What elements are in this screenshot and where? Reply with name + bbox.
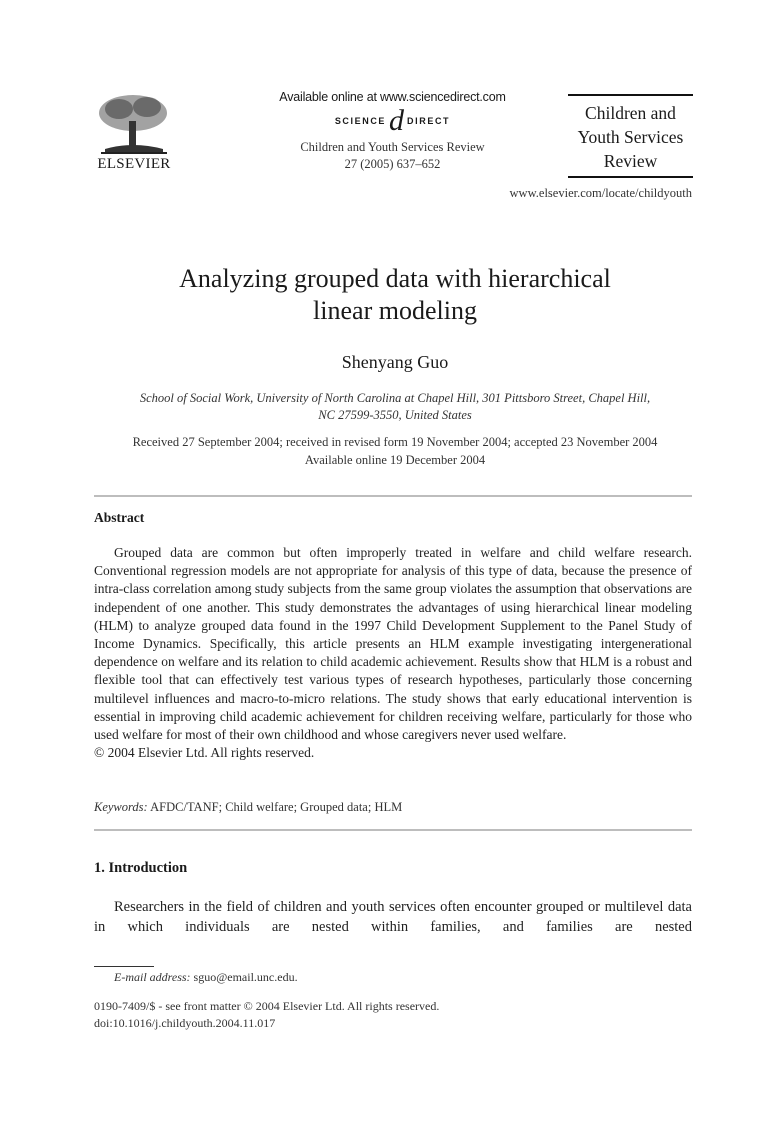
introduction-text: Researchers in the field of children and… (94, 899, 692, 935)
sciencedirect-left-text: SCIENCE (334, 116, 387, 126)
doi-link[interactable]: doi:10.1016/j.childyouth.2004.11.017 (94, 1015, 439, 1032)
footnote-label: E-mail address: (114, 970, 191, 984)
front-matter: 0190-7409/$ - see front matter © 2004 El… (94, 998, 439, 1032)
keywords-label: Keywords: (94, 800, 148, 814)
divider-bottom (94, 829, 692, 831)
author-affiliation: School of Social Work, University of Nor… (90, 390, 700, 424)
section-heading-introduction: 1. Introduction (94, 860, 188, 876)
introduction-body: Researchers in the field of children and… (94, 898, 692, 937)
abstract-heading: Abstract (94, 510, 145, 525)
article-title-line: linear modeling (313, 296, 477, 325)
keywords: Keywords: AFDC/TANF; Child welfare; Grou… (94, 800, 402, 815)
journal-name: Children and Youth Services Review (300, 140, 485, 154)
journal-url-link[interactable]: www.elsevier.com/locate/childyouth (480, 186, 692, 201)
sciencedirect-at-icon: d (389, 104, 405, 137)
journal-box-bottom-rule (568, 176, 693, 178)
elsevier-tree-icon (99, 95, 167, 154)
journal-citation: 27 (2005) 637–652 (344, 157, 441, 171)
article-title: Analyzing grouped data with hierarchical… (90, 263, 700, 327)
footnote-email: E-mail address: sguo@email.unc.edu. (114, 970, 298, 985)
author-email-link[interactable]: sguo@email.unc.edu. (194, 970, 298, 984)
affiliation-line: NC 27599-3550, United States (318, 408, 472, 422)
elsevier-logo: ELSEVIER (95, 93, 173, 173)
abstract-copyright: © 2004 Elsevier Ltd. All rights reserved… (94, 745, 315, 761)
keywords-value: AFDC/TANF; Child welfare; Grouped data; … (150, 800, 403, 814)
journal-box-title: Children and Youth Services Review (568, 96, 693, 176)
abstract-text: Grouped data are common but often improp… (94, 545, 692, 743)
journal-box-line: Children and (585, 103, 676, 123)
available-online-date: Available online 19 December 2004 (304, 453, 486, 467)
journal-title-box: Children and Youth Services Review (568, 94, 693, 178)
author-name: Shenyang Guo (341, 352, 449, 372)
footnote-rule (94, 966, 154, 967)
abstract-body: Grouped data are common but often improp… (94, 544, 692, 762)
article-history: Received 27 September 2004; received in … (90, 433, 700, 469)
available-online-text[interactable]: Available online at www.sciencedirect.co… (230, 90, 555, 104)
publisher-name: ELSEVIER (97, 156, 171, 172)
affiliation-line: School of Social Work, University of Nor… (139, 391, 651, 405)
history-dates: Received 27 September 2004; received in … (132, 435, 658, 449)
journal-box-line: Youth Services (577, 127, 684, 147)
sciencedirect-right-text: DIRECT (407, 116, 451, 126)
sciencedirect-logo: SCIENCE d DIRECT (230, 106, 555, 136)
divider-top (94, 495, 692, 497)
article-title-line: Analyzing grouped data with hierarchical (179, 264, 611, 293)
issn-line: 0190-7409/$ - see front matter © 2004 El… (94, 999, 440, 1013)
journal-header-center: Available online at www.sciencedirect.co… (230, 90, 555, 173)
journal-box-line: Review (603, 151, 658, 171)
